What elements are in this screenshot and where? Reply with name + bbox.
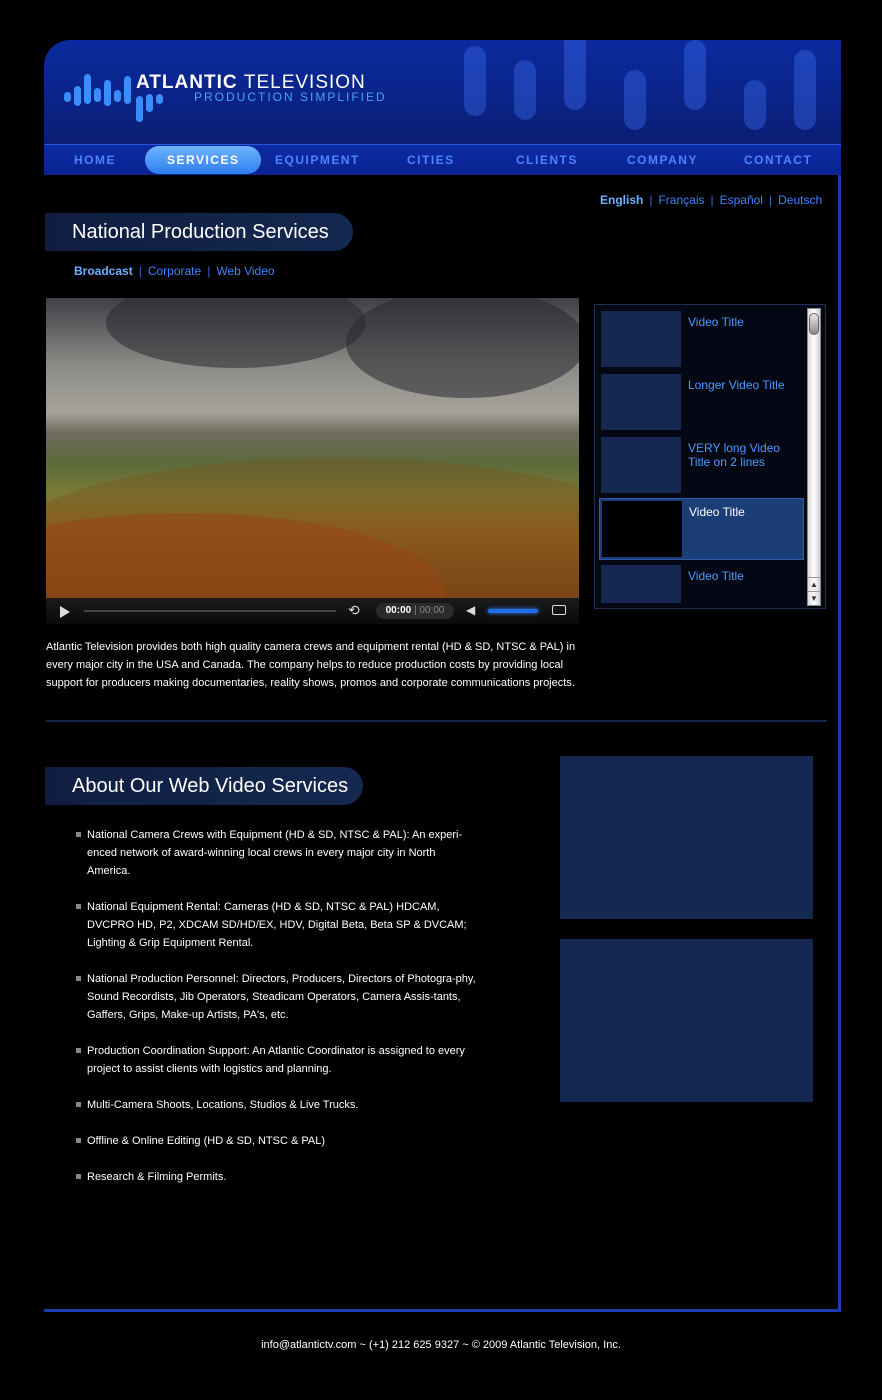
subtab-corporate[interactable]: Corporate (148, 264, 201, 278)
list-item: Research & Filming Permits. (76, 1168, 476, 1186)
intro-paragraph: Atlantic Television provides both high q… (46, 641, 576, 689)
scroll-down-icon[interactable]: ▼ (808, 591, 820, 605)
list-item: National Camera Crews with Equipment (HD… (76, 826, 476, 880)
video-thumbnail (602, 501, 682, 557)
frame-right-border (838, 170, 841, 1312)
playlist-item-title: Video Title (688, 315, 744, 329)
playlist-item[interactable]: Video Title (599, 309, 804, 369)
banner-decor (684, 40, 706, 110)
section-title-web-video: About Our Web Video Services (45, 767, 363, 805)
side-image-placeholder (560, 756, 813, 919)
nav-home[interactable]: HOME (74, 153, 116, 167)
banner-decor (794, 50, 816, 130)
lang-deutsch[interactable]: Deutsch (778, 193, 822, 207)
services-list: National Camera Crews with Equipment (HD… (76, 826, 476, 1204)
video-thumbnail (601, 565, 681, 603)
video-thumbnail (601, 437, 681, 493)
sub-tabs: Broadcast | Corporate | Web Video (74, 264, 275, 278)
list-item: Production Coordination Support: An Atla… (76, 1042, 476, 1078)
side-image-placeholder (560, 939, 813, 1102)
playlist-item-title: VERY long Video Title on 2 lines (688, 441, 781, 469)
list-item: National Production Personnel: Directors… (76, 970, 476, 1024)
playlist-scrollbar[interactable]: ▲ ▼ (807, 308, 821, 606)
video-player-screen[interactable] (46, 298, 579, 598)
playlist-item-title: Longer Video Title (688, 378, 785, 392)
banner-decor (624, 70, 646, 130)
site-logo[interactable]: ATLANTIC TELEVISION PRODUCTION SIMPLIFIE… (64, 68, 394, 128)
play-icon[interactable] (60, 606, 70, 618)
video-thumbnail (601, 374, 681, 430)
playlist-item-active[interactable]: Video Title (599, 498, 804, 560)
volume-icon[interactable]: ◀ (466, 603, 475, 617)
language-selector: English | Français | Español | Deutsch (600, 193, 823, 207)
time-display: 00:00 | 00:00 (376, 603, 454, 619)
lang-espanol[interactable]: Español (720, 193, 763, 207)
section-divider (46, 720, 827, 722)
frame-bottom-border (44, 1309, 841, 1312)
volume-slider[interactable] (488, 609, 538, 613)
list-item: Offline & Online Editing (HD & SD, NTSC … (76, 1132, 476, 1150)
header-banner: ATLANTIC TELEVISION PRODUCTION SIMPLIFIE… (44, 40, 841, 144)
banner-decor (464, 46, 486, 116)
seek-bar[interactable] (84, 610, 336, 612)
nav-contact[interactable]: CONTACT (744, 153, 812, 167)
list-item: National Equipment Rental: Cameras (HD &… (76, 898, 476, 952)
main-nav: HOME SERVICES EQUIPMENT CITIES CLIENTS C… (44, 144, 841, 175)
lang-francais[interactable]: Français (658, 193, 704, 207)
banner-decor (744, 80, 766, 130)
subtab-web-video[interactable]: Web Video (216, 264, 274, 278)
video-frame-decor (106, 298, 366, 368)
nav-company[interactable]: COMPANY (627, 153, 698, 167)
video-frame-decor (346, 298, 579, 398)
playlist-item[interactable]: Video Title (599, 563, 804, 605)
lang-english[interactable]: English (600, 193, 643, 207)
list-item: Multi-Camera Shoots, Locations, Studios … (76, 1096, 476, 1114)
fullscreen-icon[interactable] (552, 605, 566, 615)
section-title-production: National Production Services (45, 213, 353, 251)
rewind-icon[interactable]: ⟲ (348, 602, 360, 619)
brand-tagline: PRODUCTION SIMPLIFIED (194, 90, 387, 104)
playlist-item-title: Video Title (689, 505, 745, 519)
nav-cities[interactable]: CITIES (407, 153, 455, 167)
nav-services[interactable]: SERVICES (145, 146, 262, 174)
subtab-broadcast[interactable]: Broadcast (74, 264, 133, 278)
video-controls: ⟲ 00:00 | 00:00 ◀ (46, 598, 579, 624)
playlist-item-title: Video Title (688, 569, 744, 583)
banner-decor (514, 60, 536, 120)
video-thumbnail (601, 311, 681, 367)
playlist-item[interactable]: Longer Video Title (599, 372, 804, 432)
playlist-item[interactable]: VERY long Video Title on 2 lines (599, 435, 804, 495)
nav-clients[interactable]: CLIENTS (516, 153, 578, 167)
scrollbar-thumb[interactable] (809, 313, 819, 335)
scroll-up-icon[interactable]: ▲ (808, 577, 820, 591)
footer: info@atlantictv.com ~ (+1) 212 625 9327 … (261, 1339, 621, 1351)
video-playlist: Video Title Longer Video Title VERY long… (594, 304, 826, 609)
banner-decor (564, 40, 586, 110)
nav-equipment[interactable]: EQUIPMENT (275, 153, 360, 167)
